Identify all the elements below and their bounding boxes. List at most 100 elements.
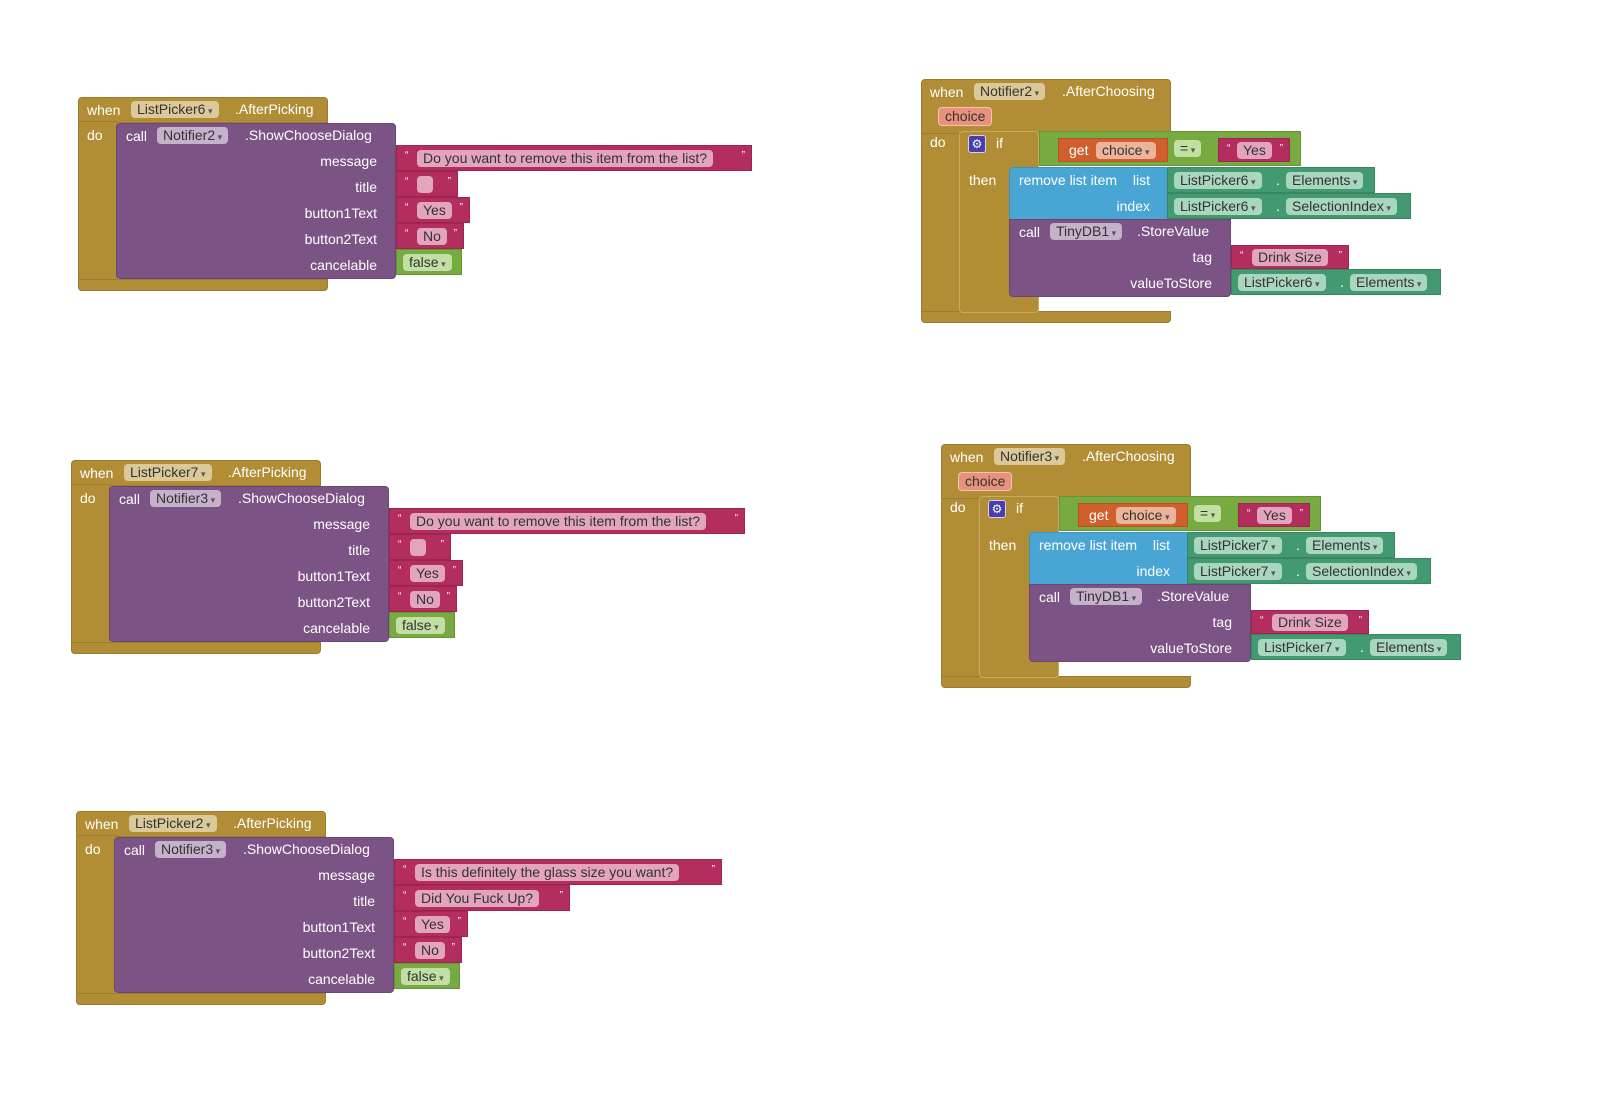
get-variable-block[interactable]: get choice xyxy=(1078,503,1188,527)
text-value[interactable]: Yes xyxy=(410,565,445,582)
text-block-compare[interactable]: “ Yes ” xyxy=(1218,138,1290,162)
event-param-choice[interactable]: choice xyxy=(958,472,1013,491)
notifier-dropdown[interactable]: Notifier3 xyxy=(150,490,222,507)
text-block-message[interactable]: “ Do you want to remove this item from th… xyxy=(389,508,745,534)
component-dropdown[interactable]: ListPicker7 xyxy=(1194,537,1282,554)
list-label: list xyxy=(1132,172,1150,188)
component-getter-list[interactable]: ListPicker6. Elements xyxy=(1167,167,1375,193)
component-dropdown[interactable]: ListPicker7 xyxy=(124,464,212,481)
remove-list-item-block[interactable]: remove list item list index xyxy=(1029,532,1189,586)
tinydb-dropdown[interactable]: TinyDB1 xyxy=(1070,588,1143,605)
compare-block[interactable]: get choice = “ Yes ” xyxy=(1059,496,1321,531)
text-value[interactable]: Did You Fuck Up? xyxy=(415,890,540,907)
text-block-tag[interactable]: “ Drink Size ” xyxy=(1251,610,1369,634)
call-block[interactable]: call Notifier2 .ShowChooseDialog message tit… xyxy=(116,123,396,279)
text-value[interactable]: No xyxy=(410,591,440,608)
close-quote-icon: ” xyxy=(451,942,455,953)
property-dropdown[interactable]: Elements xyxy=(1370,639,1448,656)
text-block-message[interactable]: “ Do you want to remove this item from th… xyxy=(396,145,752,171)
event-do-arm xyxy=(78,121,118,291)
logic-block-cancelable[interactable]: false xyxy=(389,612,455,638)
store-value-block[interactable]: call TinyDB1 .StoreValue tag valueToStore xyxy=(1029,584,1251,662)
notifier-dropdown[interactable]: Notifier3 xyxy=(155,841,227,858)
component-dropdown[interactable]: ListPicker6 xyxy=(1174,198,1262,215)
text-value[interactable]: Drink Size xyxy=(1252,249,1328,266)
property-dropdown[interactable]: SelectionIndex xyxy=(1286,198,1397,215)
mutator-gear-icon[interactable]: ⚙ xyxy=(988,500,1006,518)
component-getter-value[interactable]: ListPicker6. Elements xyxy=(1231,269,1441,295)
tinydb-dropdown[interactable]: TinyDB1 xyxy=(1050,223,1123,240)
text-value[interactable]: Yes xyxy=(417,202,452,219)
component-dropdown[interactable]: ListPicker6 xyxy=(1238,274,1326,291)
get-variable-block[interactable]: get choice xyxy=(1058,138,1168,162)
text-value[interactable]: Do you want to remove this item from the… xyxy=(417,150,713,167)
event-block-picker6_after_picking[interactable]: when ListPicker6 .AfterPicking do call Notifi… xyxy=(78,97,778,297)
component-dropdown[interactable]: Notifier2 xyxy=(974,83,1046,100)
text-value[interactable]: Do you want to remove this item from the… xyxy=(410,513,706,530)
event-block-picker7_after_picking[interactable]: when ListPicker7 .AfterPicking do call Notifi… xyxy=(71,460,771,660)
text-block-title[interactable]: “” xyxy=(389,534,451,560)
text-block-button1Text[interactable]: “ Yes ” xyxy=(389,560,463,586)
text-block-compare[interactable]: “ Yes ” xyxy=(1238,503,1310,527)
text-block-message[interactable]: “ Is this definitely the glass size you w… xyxy=(394,859,722,885)
component-getter-index[interactable]: ListPicker6. SelectionIndex xyxy=(1167,193,1411,219)
do-label: do xyxy=(930,134,946,150)
boolean-dropdown[interactable]: false xyxy=(396,617,445,634)
operator-dropdown[interactable]: = xyxy=(1174,140,1202,157)
text-block-title[interactable]: “” xyxy=(396,171,458,197)
logic-block-cancelable[interactable]: false xyxy=(394,963,460,989)
compare-block[interactable]: get choice = “ Yes ” xyxy=(1039,131,1301,166)
text-block-button1Text[interactable]: “ Yes ” xyxy=(394,911,468,937)
text-value[interactable]: Yes xyxy=(1237,142,1272,159)
text-value[interactable]: Drink Size xyxy=(1272,614,1348,631)
component-dropdown[interactable]: ListPicker6 xyxy=(1174,172,1262,189)
text-value[interactable] xyxy=(410,539,426,556)
component-dropdown[interactable]: Notifier3 xyxy=(994,448,1066,465)
property-dropdown[interactable]: Elements xyxy=(1350,274,1428,291)
operator-dropdown[interactable]: = xyxy=(1194,505,1222,522)
list-label: list xyxy=(1152,537,1170,553)
event-footer xyxy=(921,311,1171,323)
text-value[interactable] xyxy=(417,176,433,193)
call-label: call xyxy=(124,842,146,858)
component-getter-value[interactable]: ListPicker7. Elements xyxy=(1251,634,1461,660)
event-block-notifier2_after_choosing[interactable]: when Notifier2 .AfterChoosing choice do ⚙ if th… xyxy=(921,79,1481,329)
text-block-button2Text[interactable]: “ No ” xyxy=(396,223,464,249)
text-block-button1Text[interactable]: “ Yes ” xyxy=(396,197,470,223)
boolean-dropdown[interactable]: false xyxy=(403,254,452,271)
text-block-button2Text[interactable]: “ No ” xyxy=(394,937,462,963)
component-getter-list[interactable]: ListPicker7. Elements xyxy=(1187,532,1395,558)
text-block-button2Text[interactable]: “ No ” xyxy=(389,586,457,612)
component-dropdown[interactable]: ListPicker6 xyxy=(131,101,219,118)
event-block-picker2_after_picking[interactable]: when ListPicker2 .AfterPicking do call Notifi… xyxy=(76,811,776,1011)
text-block-title[interactable]: “ Did You Fuck Up? ” xyxy=(394,885,570,911)
property-dropdown[interactable]: Elements xyxy=(1286,172,1364,189)
store-value-block[interactable]: call TinyDB1 .StoreValue tag valueToStore xyxy=(1009,219,1231,297)
call-block[interactable]: call Notifier3 .ShowChooseDialog message tit… xyxy=(114,837,394,993)
variable-dropdown[interactable]: choice xyxy=(1096,142,1156,159)
property-dropdown[interactable]: Elements xyxy=(1306,537,1384,554)
text-value[interactable]: No xyxy=(417,228,447,245)
component-dropdown[interactable]: ListPicker7 xyxy=(1194,563,1282,580)
component-dropdown[interactable]: ListPicker7 xyxy=(1258,639,1346,656)
event-block-notifier3_after_choosing[interactable]: when Notifier3 .AfterChoosing choice do ⚙ if th… xyxy=(941,444,1501,694)
text-value[interactable]: Is this definitely the glass size you wa… xyxy=(415,864,680,881)
open-quote-icon: “ xyxy=(405,228,409,239)
call-block[interactable]: call Notifier3 .ShowChooseDialog message tit… xyxy=(109,486,389,642)
text-value[interactable]: No xyxy=(415,942,445,959)
text-value[interactable]: Yes xyxy=(1257,507,1292,524)
text-block-tag[interactable]: “ Drink Size ” xyxy=(1231,245,1349,269)
mutator-gear-icon[interactable]: ⚙ xyxy=(968,135,986,153)
arg-label-message: message xyxy=(313,516,370,532)
variable-dropdown[interactable]: choice xyxy=(1116,507,1176,524)
remove-list-item-block[interactable]: remove list item list index xyxy=(1009,167,1169,221)
component-getter-index[interactable]: ListPicker7. SelectionIndex xyxy=(1187,558,1431,584)
event-param-choice[interactable]: choice xyxy=(938,107,993,126)
logic-block-cancelable[interactable]: false xyxy=(396,249,462,275)
property-dropdown[interactable]: SelectionIndex xyxy=(1306,563,1417,580)
text-value[interactable]: Yes xyxy=(415,916,450,933)
boolean-dropdown[interactable]: false xyxy=(401,968,450,985)
notifier-dropdown[interactable]: Notifier2 xyxy=(157,127,229,144)
when-label: when xyxy=(950,449,984,465)
component-dropdown[interactable]: ListPicker2 xyxy=(129,815,217,832)
